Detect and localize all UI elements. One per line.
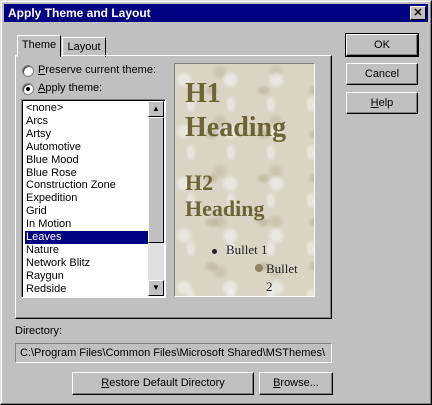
theme-list-item[interactable]: Nature <box>25 244 150 257</box>
scroll-up-button[interactable]: ▲ <box>148 101 164 117</box>
preview-h1-line2: Heading <box>185 112 287 143</box>
theme-list-item[interactable]: Construction Zone <box>25 179 150 192</box>
ok-button[interactable]: OK <box>345 33 419 57</box>
preview-bullet1: Bullet 1 <box>226 242 268 257</box>
preserve-theme-label[interactable]: Preserve current theme: <box>38 64 156 76</box>
window-title: Apply Theme and Layout <box>8 6 151 20</box>
preview-h1-line1: H1 <box>185 78 221 109</box>
theme-list-item[interactable]: Raygun <box>25 270 150 283</box>
tab-theme[interactable]: Theme <box>17 35 61 57</box>
preserve-theme-radio[interactable] <box>22 65 34 77</box>
theme-list-item[interactable]: Artsy <box>25 128 150 141</box>
apply-theme-radio[interactable] <box>22 83 34 95</box>
theme-list-item[interactable]: Blue Mood <box>25 154 150 167</box>
theme-list-item[interactable]: Automotive <box>25 141 150 154</box>
theme-list-item[interactable]: Leaves <box>25 231 150 244</box>
theme-listbox[interactable]: <none> Arcs Artsy Automotive Blue Mood Blue R… <box>21 99 166 298</box>
close-button[interactable]: ✕ <box>410 6 426 20</box>
tab-layout-label: Layout <box>67 41 101 53</box>
theme-list-item[interactable]: In Motion <box>25 218 150 231</box>
theme-list-item[interactable]: Blue Rose <box>25 167 150 180</box>
theme-list-item[interactable]: <none> <box>25 102 150 115</box>
vertical-scrollbar[interactable]: ▲ ▼ <box>148 101 164 296</box>
tab-layout[interactable]: Layout <box>62 37 106 57</box>
theme-list-item[interactable]: Expedition <box>25 192 150 205</box>
browse-button[interactable]: Browse... <box>259 372 333 395</box>
theme-list-item[interactable]: Redside <box>25 283 150 296</box>
theme-preview: H1 Heading H2 Heading Bullet 1 Bullet 2 <box>174 63 315 297</box>
tab-theme-label: Theme <box>21 39 57 51</box>
scroll-thumb[interactable] <box>148 117 164 243</box>
directory-field: C:\Program Files\Common Files\Microsoft … <box>15 343 332 363</box>
preview-h2-line1: H2 <box>185 170 214 195</box>
preview-bullet2-line2: 2 <box>266 279 273 294</box>
directory-label: Directory: <box>15 325 63 337</box>
bullet1-dot <box>212 249 217 254</box>
bullet2-dot <box>255 264 263 272</box>
preserve-theme-label-rest: reserve current theme: <box>45 64 156 76</box>
dialog-window: Apply Theme and Layout ✕ Theme Layout Pr… <box>0 0 432 405</box>
scroll-down-button[interactable]: ▼ <box>148 280 164 296</box>
preview-bullet2-line1: Bullet <box>266 261 298 276</box>
theme-list-item[interactable]: Network Blitz <box>25 257 150 270</box>
theme-list-item[interactable]: Grid <box>25 205 150 218</box>
title-bar[interactable]: Apply Theme and Layout ✕ <box>4 4 428 22</box>
restore-default-directory-button[interactable]: Restore Default Directory <box>72 372 254 395</box>
preview-h2-line2: Heading <box>185 196 265 221</box>
help-button[interactable]: Help <box>346 92 418 114</box>
cancel-button[interactable]: Cancel <box>346 63 418 85</box>
theme-list-item[interactable]: Arcs <box>25 115 150 128</box>
apply-theme-label[interactable]: Apply theme: <box>38 82 102 94</box>
